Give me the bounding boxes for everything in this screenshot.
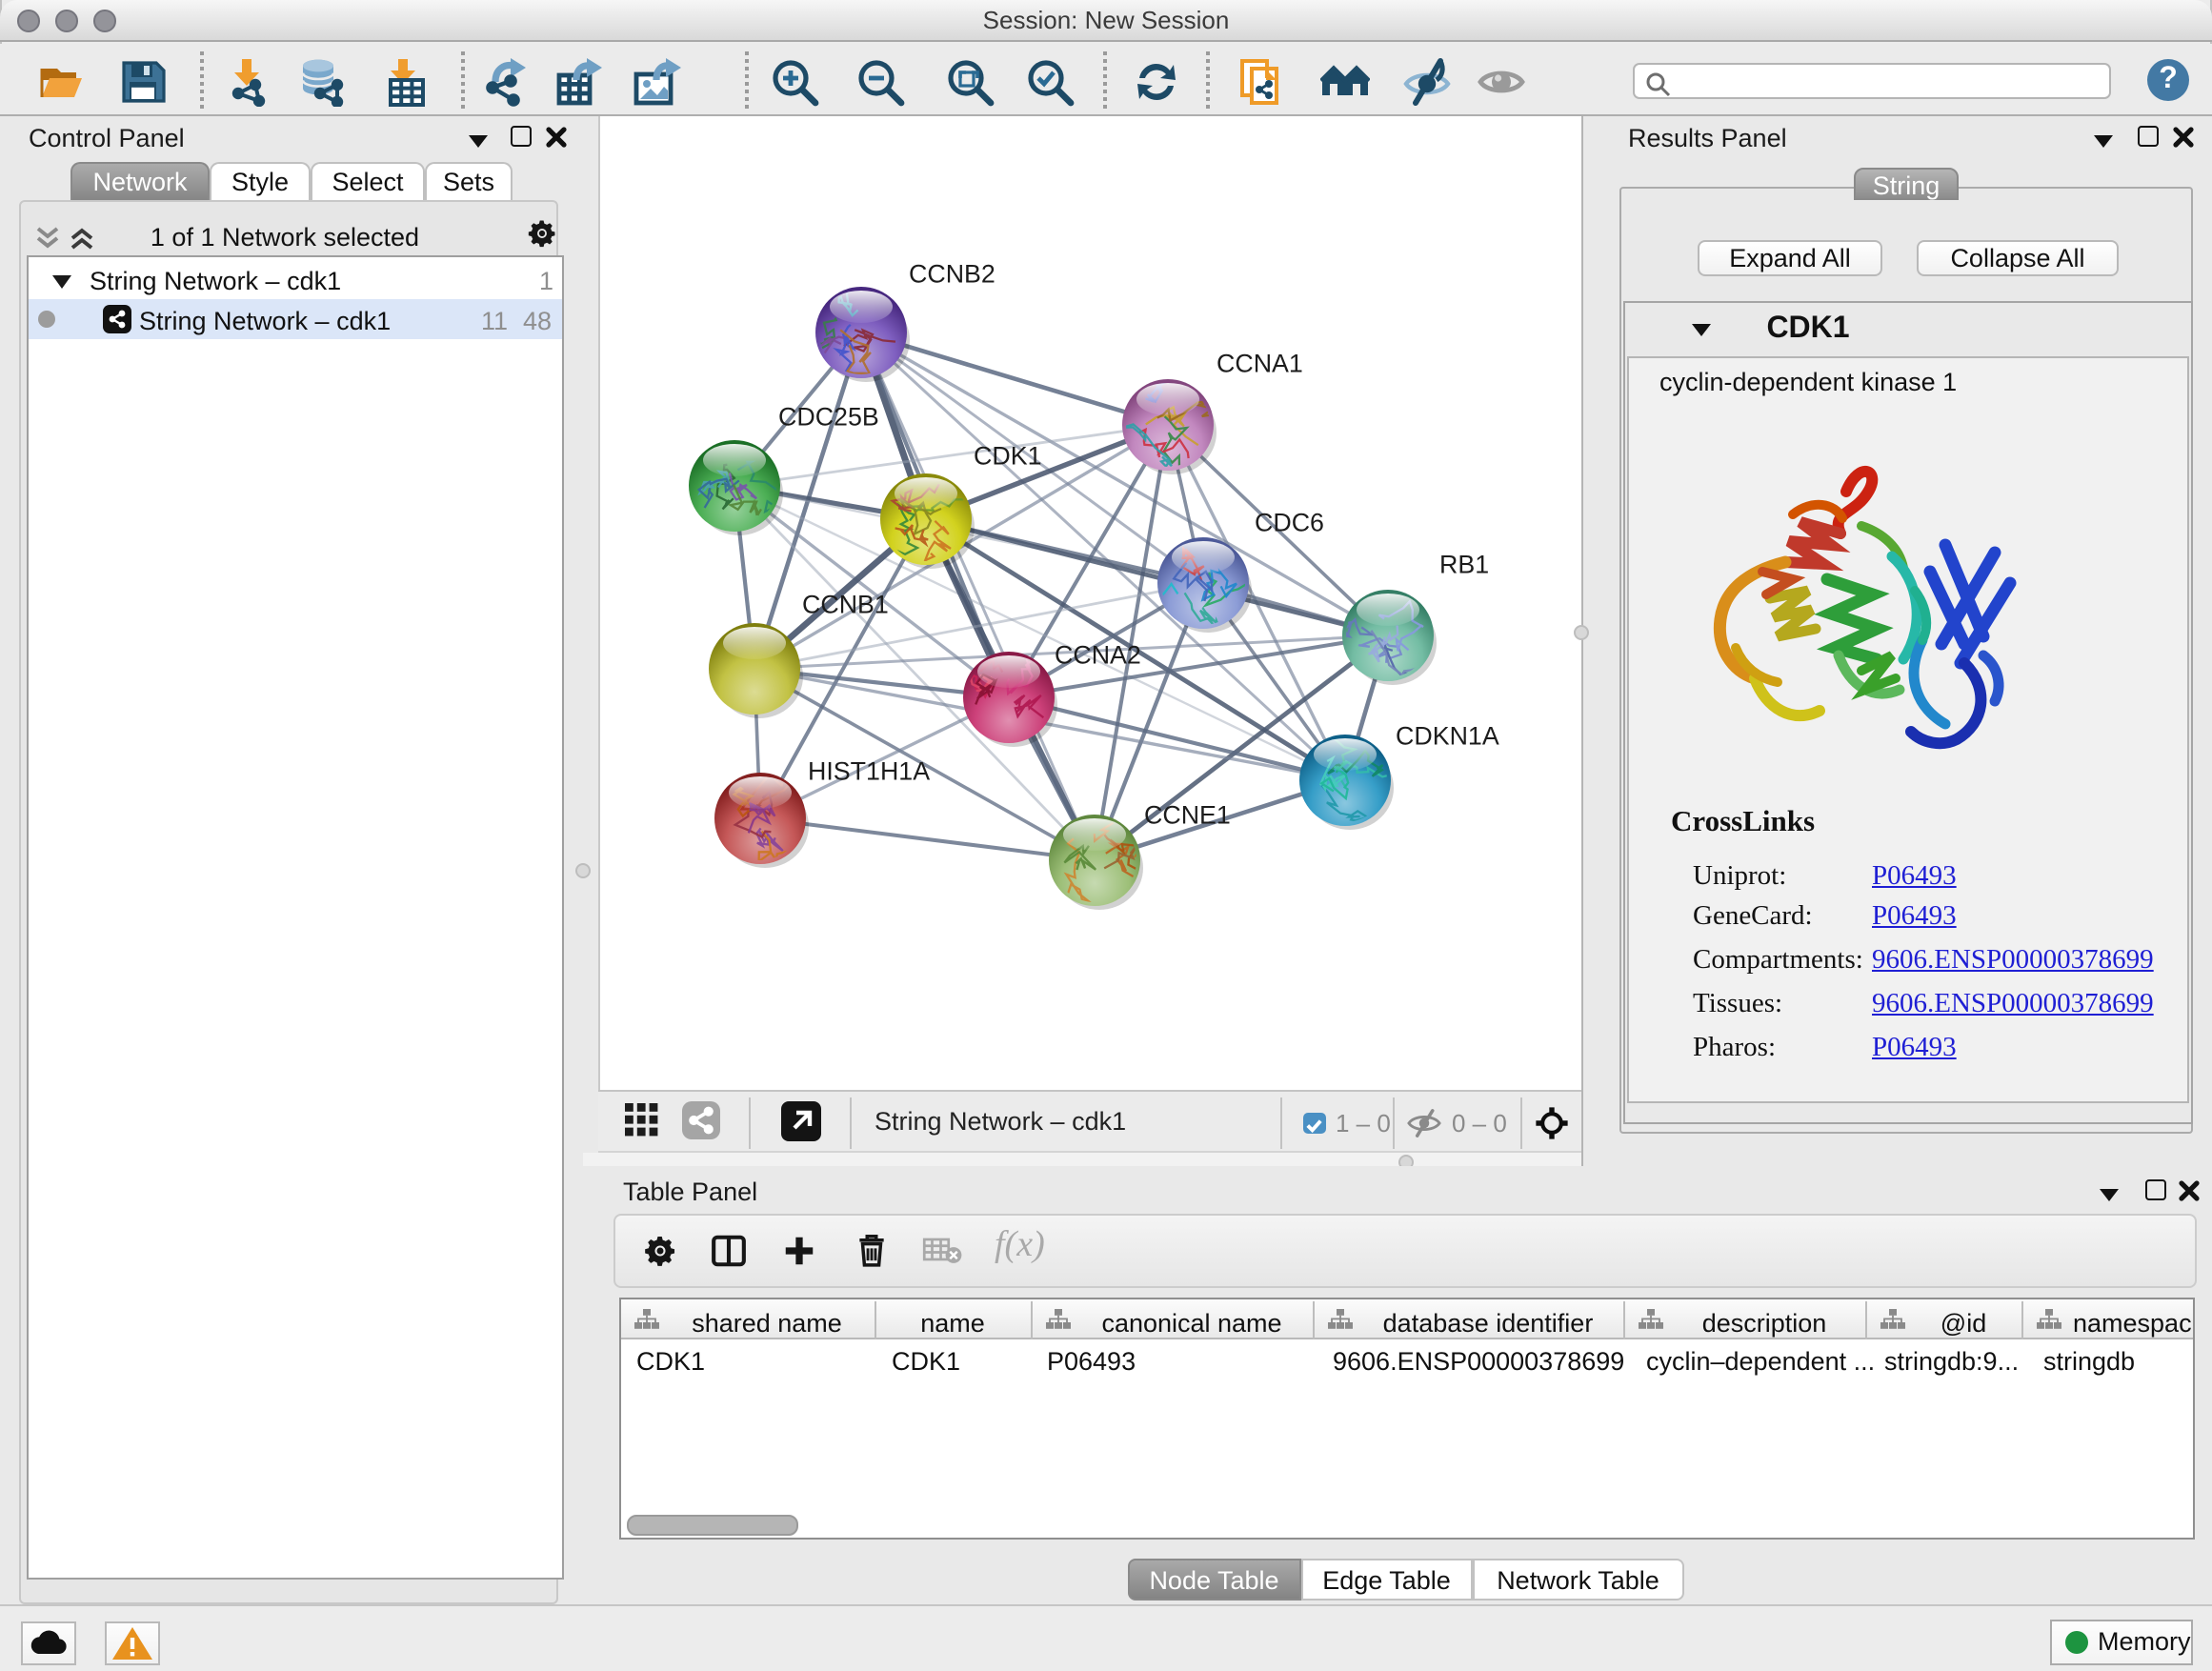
svg-text:RB1: RB1 [1439,550,1489,578]
svg-text:CDC6: CDC6 [1255,508,1324,536]
svg-text:HIST1H1A: HIST1H1A [808,756,930,785]
svg-text:CCNB1: CCNB1 [802,590,889,618]
svg-text:CCNE1: CCNE1 [1144,800,1231,829]
svg-text:CCNB2: CCNB2 [909,259,995,288]
svg-text:CDC25B: CDC25B [778,402,879,431]
svg-text:CCNA2: CCNA2 [1055,640,1141,669]
svg-text:CDKN1A: CDKN1A [1396,721,1499,750]
svg-text:CCNA1: CCNA1 [1217,349,1303,377]
svg-text:CDK1: CDK1 [974,441,1041,470]
